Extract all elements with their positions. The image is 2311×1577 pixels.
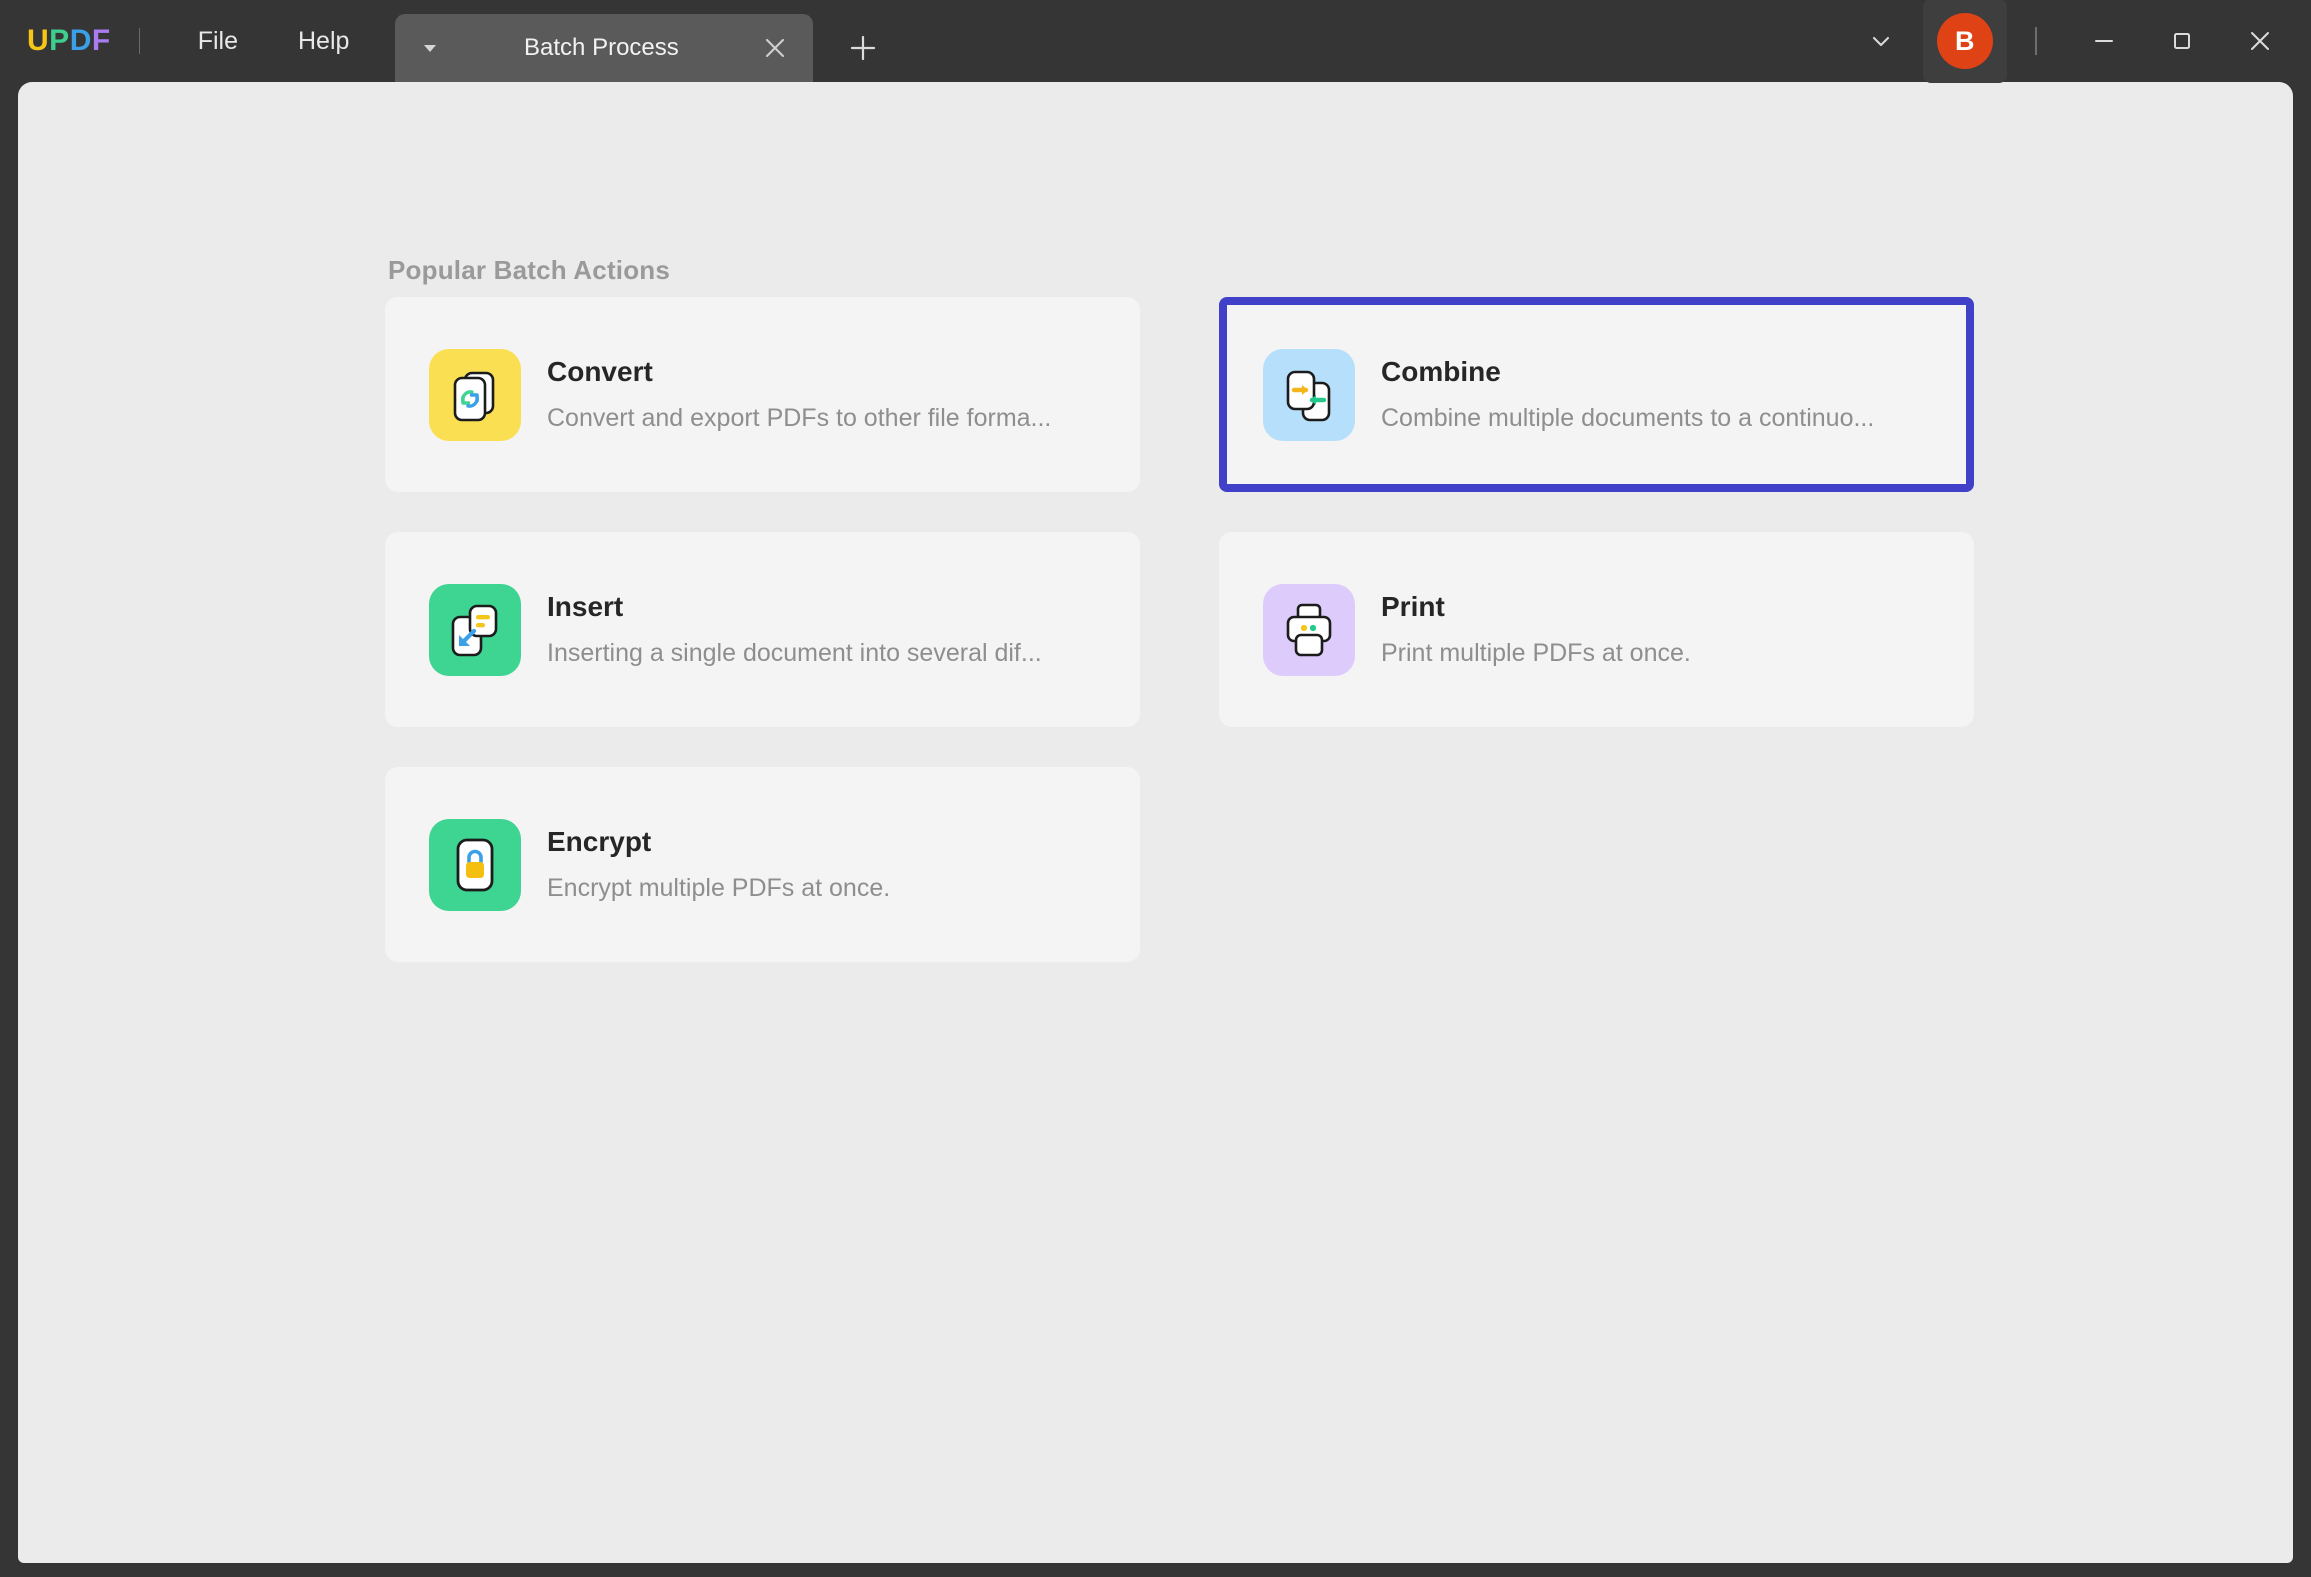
updf-logo[interactable]: UPDF [27, 24, 111, 58]
section-title: Popular Batch Actions [388, 255, 671, 285]
insert-icon [429, 583, 521, 676]
card-description-print: Print multiple PDFs at once. [1381, 638, 1691, 667]
encrypt-icon [429, 818, 521, 911]
menu-file[interactable]: File [168, 0, 268, 82]
batch-actions-grid: Convert Convert and export PDFs to other … [385, 297, 1974, 962]
print-icon [1263, 583, 1355, 676]
card-title-insert: Insert [547, 591, 624, 623]
window-minimize-button[interactable] [2065, 0, 2143, 82]
account-button[interactable]: B [1923, 0, 2007, 83]
card-text-convert: Convert Convert and export PDFs to other … [547, 356, 1051, 432]
title-bar-right: B [1853, 0, 2311, 83]
titlebar-controls-divider [2035, 27, 2037, 55]
convert-icon [429, 348, 521, 441]
card-text-print: Print Print multiple PDFs at once. [1381, 591, 1691, 667]
chevron-down-icon[interactable] [1853, 13, 1909, 69]
logo-menu-divider [138, 28, 140, 54]
batch-action-card-combine[interactable]: Combine Combine multiple documents to a c… [1219, 297, 1974, 492]
card-description-combine: Combine multiple documents to a continuo… [1381, 403, 1875, 432]
avatar-initial: B [1955, 25, 1975, 56]
card-title-convert: Convert [547, 356, 653, 388]
menu-help-label: Help [297, 26, 350, 55]
card-description-insert: Inserting a single document into several… [547, 638, 1042, 667]
updf-window: UPDF File Help Batch Process B Popular B… [0, 0, 2311, 1577]
card-text-encrypt: Encrypt Encrypt multiple PDFs at once. [547, 826, 890, 902]
title-bar: UPDF File Help Batch Process B [0, 0, 2311, 83]
avatar: B [1937, 13, 1993, 69]
card-description-convert: Convert and export PDFs to other file fo… [547, 403, 1052, 432]
tab-dropdown-caret-icon[interactable] [413, 31, 447, 65]
card-text-combine: Combine Combine multiple documents to a c… [1381, 356, 1874, 432]
card-description-encrypt: Encrypt multiple PDFs at once. [547, 873, 891, 902]
window-maximize-button[interactable] [2143, 0, 2221, 82]
updf-logo-letter-0: U [27, 24, 50, 57]
menu-file-label: File [197, 26, 238, 55]
batch-action-card-insert[interactable]: Insert Inserting a single document into s… [385, 532, 1140, 727]
title-bar-spacer [891, 0, 1853, 82]
batch-action-card-encrypt[interactable]: Encrypt Encrypt multiple PDFs at once. [385, 767, 1140, 962]
batch-action-card-convert[interactable]: Convert Convert and export PDFs to other … [385, 297, 1140, 492]
title-bar-left: UPDF File Help [0, 0, 379, 82]
card-text-insert: Insert Inserting a single document into s… [547, 591, 1042, 667]
tab-batch-process[interactable]: Batch Process [395, 14, 814, 82]
tab-title: Batch Process [524, 34, 679, 61]
content-area: Popular Batch Actions Convert Convert and… [18, 82, 2293, 1563]
tab-close-icon[interactable] [755, 28, 795, 68]
card-title-encrypt: Encrypt [547, 826, 652, 858]
window-close-button[interactable] [2221, 0, 2299, 82]
new-tab-icon[interactable] [835, 20, 891, 76]
updf-logo-letter-2: D [69, 24, 92, 57]
combine-icon [1263, 348, 1355, 441]
tab-strip: Batch Process [395, 0, 891, 82]
card-title-print: Print [1381, 591, 1445, 623]
card-title-combine: Combine [1381, 356, 1501, 388]
updf-logo-letter-1: P [49, 24, 70, 57]
menu-help[interactable]: Help [268, 0, 379, 82]
batch-action-card-print[interactable]: Print Print multiple PDFs at once. [1219, 532, 1974, 727]
updf-logo-letter-3: F [91, 24, 111, 57]
